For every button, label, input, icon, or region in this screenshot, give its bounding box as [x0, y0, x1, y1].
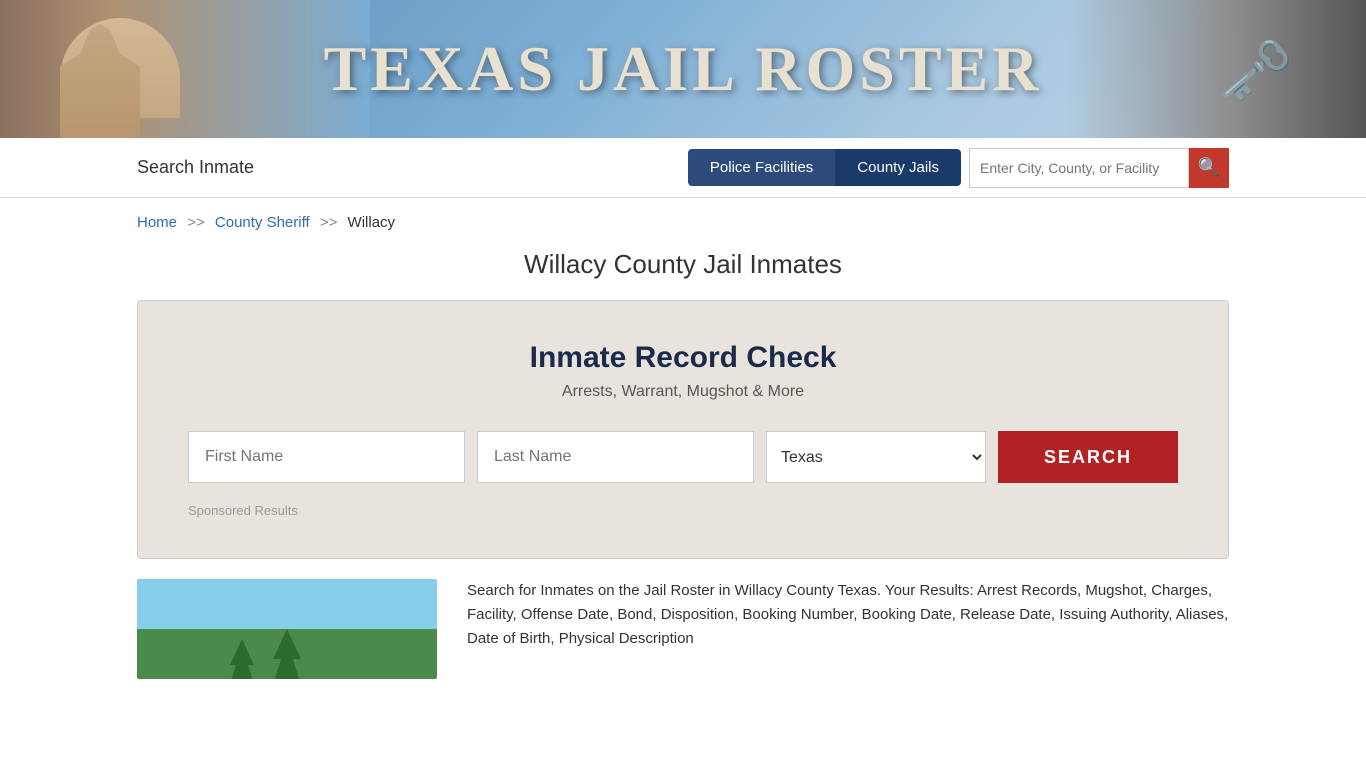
- last-name-input[interactable]: [477, 431, 754, 483]
- breadcrumb-county-sheriff[interactable]: County Sheriff: [215, 214, 310, 231]
- search-form: AlabamaAlaskaArizonaArkansasCaliforniaCo…: [188, 431, 1178, 483]
- site-title: Texas Jail Roster: [324, 32, 1043, 106]
- facility-search-input[interactable]: [969, 148, 1189, 188]
- banner-left: [0, 0, 370, 138]
- bottom-section: Search for Inmates on the Jail Roster in…: [0, 579, 1366, 679]
- keys-icon: 🗝️: [1156, 10, 1356, 130]
- facility-search-container: 🔍: [969, 148, 1229, 188]
- county-jails-button[interactable]: County Jails: [835, 149, 961, 186]
- breadcrumb-home[interactable]: Home: [137, 214, 177, 231]
- first-name-input[interactable]: [188, 431, 465, 483]
- search-inmate-label: Search Inmate: [137, 157, 688, 178]
- breadcrumb-sep-1: >>: [187, 214, 205, 231]
- bottom-image: [137, 579, 437, 679]
- record-check-subtitle: Arrests, Warrant, Mugshot & More: [188, 383, 1178, 401]
- header-banner: Texas Jail Roster 🗝️: [0, 0, 1366, 138]
- bottom-description: Search for Inmates on the Jail Roster in…: [467, 579, 1229, 679]
- police-facilities-button[interactable]: Police Facilities: [688, 149, 835, 186]
- search-button[interactable]: SEARCH: [998, 431, 1178, 483]
- record-check-box: Inmate Record Check Arrests, Warrant, Mu…: [137, 300, 1229, 559]
- sponsored-label: Sponsored Results: [188, 503, 1178, 518]
- tree-shape-1: [267, 629, 307, 679]
- nav-buttons: Police Facilities County Jails: [688, 149, 961, 186]
- banner-right: 🗝️: [1066, 0, 1366, 138]
- tree-shape-2: [227, 639, 257, 679]
- state-select[interactable]: AlabamaAlaskaArizonaArkansasCaliforniaCo…: [766, 431, 986, 483]
- page-title: Willacy County Jail Inmates: [0, 249, 1366, 280]
- breadcrumb: Home >> County Sheriff >> Willacy: [0, 198, 1366, 239]
- record-check-title: Inmate Record Check: [188, 341, 1178, 375]
- breadcrumb-current: Willacy: [348, 214, 396, 231]
- nav-bar: Search Inmate Police Facilities County J…: [0, 138, 1366, 198]
- breadcrumb-sep-2: >>: [320, 214, 338, 231]
- facility-search-button[interactable]: 🔍: [1189, 148, 1229, 188]
- search-icon: 🔍: [1198, 157, 1220, 178]
